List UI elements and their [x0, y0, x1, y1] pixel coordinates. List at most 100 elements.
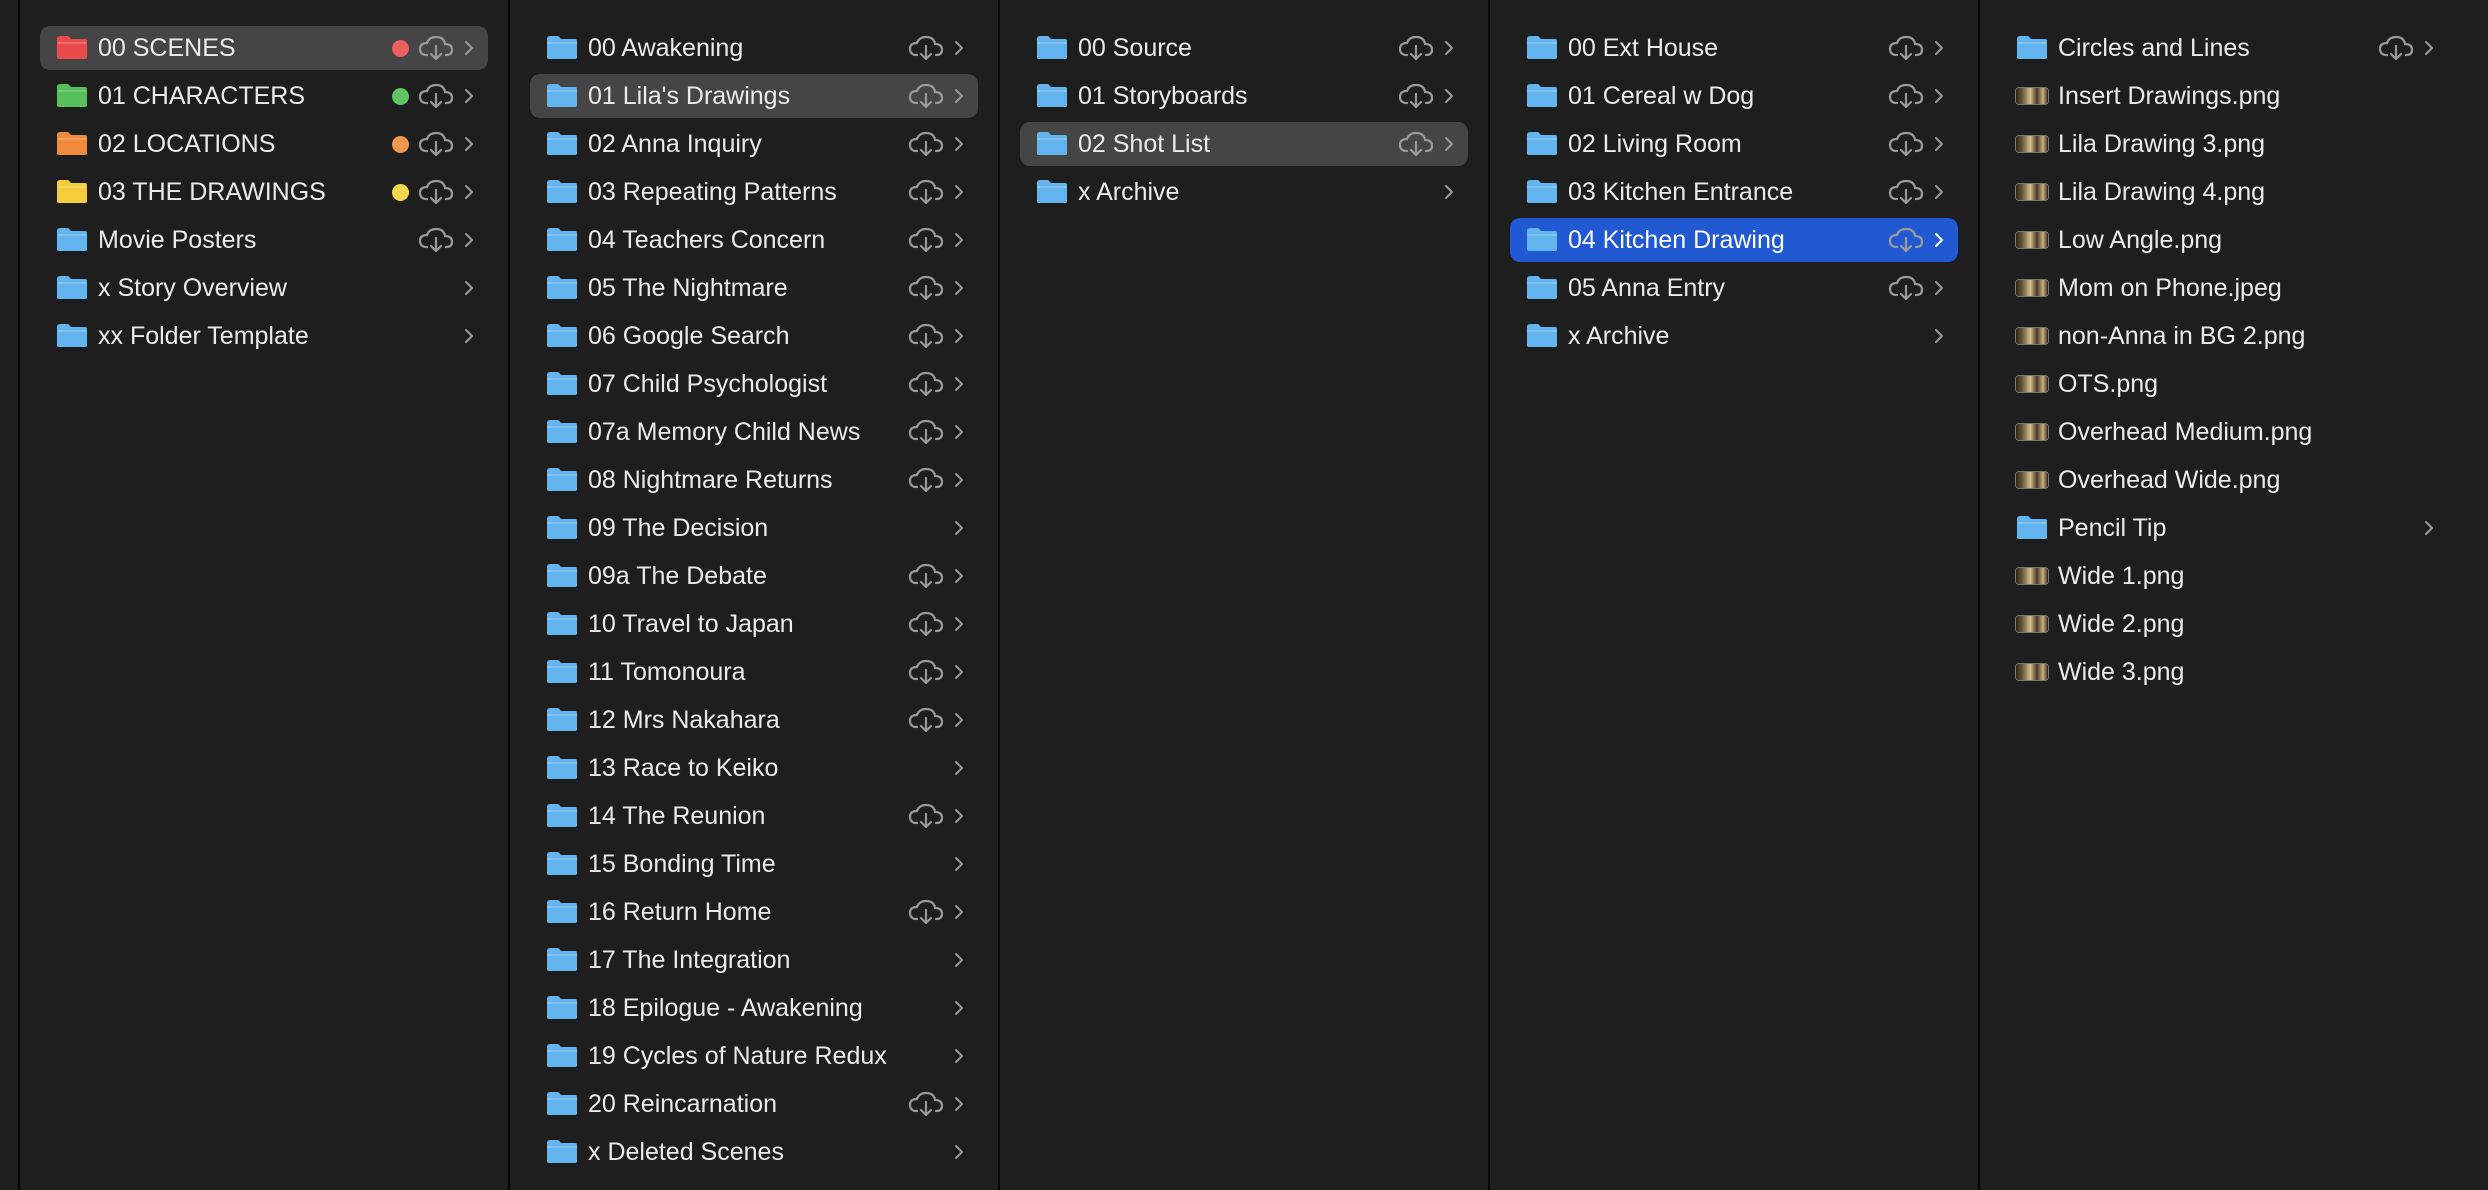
folder-item-00-ext-house[interactable]: 00 Ext House: [1510, 26, 1958, 70]
folder-item-03-the-drawings[interactable]: 03 THE DRAWINGS: [40, 170, 488, 214]
chevron-right-icon: [464, 39, 474, 57]
cloud-download-icon[interactable]: [418, 35, 454, 61]
folder-item-16-return-home[interactable]: 16 Return Home: [530, 890, 978, 934]
folder-item-14-the-reunion[interactable]: 14 The Reunion: [530, 794, 978, 838]
cloud-download-icon[interactable]: [908, 35, 944, 61]
cloud-download-icon[interactable]: [908, 419, 944, 445]
folder-item-03-kitchen-entrance[interactable]: 03 Kitchen Entrance: [1510, 170, 1958, 214]
file-item-overhead-wide-png[interactable]: Overhead Wide.png: [2000, 458, 2448, 502]
folder-item-circles-and-lines[interactable]: Circles and Lines: [2000, 26, 2448, 70]
column-divider[interactable]: [18, 0, 20, 1190]
file-item-wide-3-png[interactable]: Wide 3.png: [2000, 650, 2448, 694]
chevron-right-icon: [1444, 39, 1454, 57]
folder-item-05-the-nightmare[interactable]: 05 The Nightmare: [530, 266, 978, 310]
folder-item-12-mrs-nakahara[interactable]: 12 Mrs Nakahara: [530, 698, 978, 742]
file-item-wide-1-png[interactable]: Wide 1.png: [2000, 554, 2448, 598]
cloud-download-icon[interactable]: [418, 179, 454, 205]
cloud-download-icon[interactable]: [908, 1091, 944, 1117]
file-item-low-angle-png[interactable]: Low Angle.png: [2000, 218, 2448, 262]
item-label: Wide 2.png: [2058, 610, 2185, 638]
cloud-download-icon[interactable]: [908, 611, 944, 637]
folder-item-09-the-decision[interactable]: 09 The Decision: [530, 506, 978, 550]
cloud-download-icon[interactable]: [908, 179, 944, 205]
file-item-lila-drawing-4-png[interactable]: Lila Drawing 4.png: [2000, 170, 2448, 214]
cloud-download-icon[interactable]: [908, 659, 944, 685]
folder-item-x-story-overview[interactable]: x Story Overview: [40, 266, 488, 310]
column-divider[interactable]: [998, 0, 1000, 1190]
folder-item-01-cereal-w-dog[interactable]: 01 Cereal w Dog: [1510, 74, 1958, 118]
cloud-download-icon[interactable]: [1888, 131, 1924, 157]
folder-item-02-locations[interactable]: 02 LOCATIONS: [40, 122, 488, 166]
folder-item-01-characters[interactable]: 01 CHARACTERS: [40, 74, 488, 118]
cloud-download-icon[interactable]: [908, 227, 944, 253]
file-item-ots-png[interactable]: OTS.png: [2000, 362, 2448, 406]
cloud-download-icon[interactable]: [1888, 227, 1924, 253]
folder-item-08-nightmare-returns[interactable]: 08 Nightmare Returns: [530, 458, 978, 502]
folder-item-17-the-integration[interactable]: 17 The Integration: [530, 938, 978, 982]
cloud-download-icon[interactable]: [1398, 83, 1434, 109]
folder-item-02-living-room[interactable]: 02 Living Room: [1510, 122, 1958, 166]
file-item-mom-on-phone-jpeg[interactable]: Mom on Phone.jpeg: [2000, 266, 2448, 310]
folder-item-movie-posters[interactable]: Movie Posters: [40, 218, 488, 262]
folder-item-11-tomonoura[interactable]: 11 Tomonoura: [530, 650, 978, 694]
folder-item-20-reincarnation[interactable]: 20 Reincarnation: [530, 1082, 978, 1126]
cloud-download-icon[interactable]: [908, 83, 944, 109]
cloud-download-icon[interactable]: [418, 131, 454, 157]
cloud-download-icon[interactable]: [1888, 35, 1924, 61]
item-label: 04 Teachers Concern: [588, 226, 826, 254]
column-divider[interactable]: [508, 0, 510, 1190]
folder-item-15-bonding-time[interactable]: 15 Bonding Time: [530, 842, 978, 886]
folder-item-04-kitchen-drawing[interactable]: 04 Kitchen Drawing: [1510, 218, 1958, 262]
folder-item-04-teachers-concern[interactable]: 04 Teachers Concern: [530, 218, 978, 262]
file-item-overhead-medium-png[interactable]: Overhead Medium.png: [2000, 410, 2448, 454]
file-item-wide-2-png[interactable]: Wide 2.png: [2000, 602, 2448, 646]
folder-item-x-archive[interactable]: x Archive: [1020, 170, 1468, 214]
cloud-download-icon[interactable]: [908, 131, 944, 157]
cloud-download-icon[interactable]: [418, 227, 454, 253]
cloud-download-icon[interactable]: [1398, 131, 1434, 157]
cloud-download-icon[interactable]: [418, 83, 454, 109]
cloud-download-icon[interactable]: [908, 899, 944, 925]
cloud-download-icon[interactable]: [908, 467, 944, 493]
cloud-download-icon[interactable]: [2378, 35, 2414, 61]
cloud-download-icon[interactable]: [908, 323, 944, 349]
folder-item-00-source[interactable]: 00 Source: [1020, 26, 1468, 70]
item-label: Lila Drawing 3.png: [2058, 130, 2266, 158]
folder-item-07-child-psychologist[interactable]: 07 Child Psychologist: [530, 362, 978, 406]
cloud-download-icon[interactable]: [908, 707, 944, 733]
folder-item-09a-the-debate[interactable]: 09a The Debate: [530, 554, 978, 598]
folder-item-13-race-to-keiko[interactable]: 13 Race to Keiko: [530, 746, 978, 790]
folder-item-02-shot-list[interactable]: 02 Shot List: [1020, 122, 1468, 166]
column-divider[interactable]: [1978, 0, 1980, 1190]
cloud-download-icon[interactable]: [1888, 179, 1924, 205]
file-item-insert-drawings-png[interactable]: Insert Drawings.png: [2000, 74, 2448, 118]
folder-item-01-lila-s-drawings[interactable]: 01 Lila's Drawings: [530, 74, 978, 118]
folder-item-19-cycles-of-nature-redux[interactable]: 19 Cycles of Nature Redux: [530, 1034, 978, 1078]
cloud-download-icon[interactable]: [908, 275, 944, 301]
column-divider[interactable]: [1488, 0, 1490, 1190]
folder-item-02-anna-inquiry[interactable]: 02 Anna Inquiry: [530, 122, 978, 166]
folder-item-06-google-search[interactable]: 06 Google Search: [530, 314, 978, 358]
folder-item-xx-folder-template[interactable]: xx Folder Template: [40, 314, 488, 358]
folder-item-x-archive[interactable]: x Archive: [1510, 314, 1958, 358]
cloud-download-icon[interactable]: [908, 803, 944, 829]
folder-item-07a-memory-child-news[interactable]: 07a Memory Child News: [530, 410, 978, 454]
folder-item-00-scenes[interactable]: 00 SCENES: [40, 26, 488, 70]
folder-item-05-anna-entry[interactable]: 05 Anna Entry: [1510, 266, 1958, 310]
cloud-download-icon[interactable]: [908, 563, 944, 589]
folder-icon: [55, 226, 89, 253]
cloud-download-icon[interactable]: [1888, 83, 1924, 109]
folder-item-pencil-tip[interactable]: Pencil Tip: [2000, 506, 2448, 550]
folder-item-00-awakening[interactable]: 00 Awakening: [530, 26, 978, 70]
cloud-download-icon[interactable]: [1398, 35, 1434, 61]
folder-item-x-deleted-scenes[interactable]: x Deleted Scenes: [530, 1130, 978, 1174]
folder-item-01-storyboards[interactable]: 01 Storyboards: [1020, 74, 1468, 118]
cloud-download-icon[interactable]: [1888, 275, 1924, 301]
folder-item-18-epilogue-awakening[interactable]: 18 Epilogue - Awakening: [530, 986, 978, 1030]
cloud-download-icon[interactable]: [908, 371, 944, 397]
folder-item-03-repeating-patterns[interactable]: 03 Repeating Patterns: [530, 170, 978, 214]
file-item-lila-drawing-3-png[interactable]: Lila Drawing 3.png: [2000, 122, 2448, 166]
file-item-non-anna-in-bg-2-png[interactable]: non-Anna in BG 2.png: [2000, 314, 2448, 358]
folder-item-10-travel-to-japan[interactable]: 10 Travel to Japan: [530, 602, 978, 646]
image-thumbnail-icon: [2015, 615, 2049, 633]
